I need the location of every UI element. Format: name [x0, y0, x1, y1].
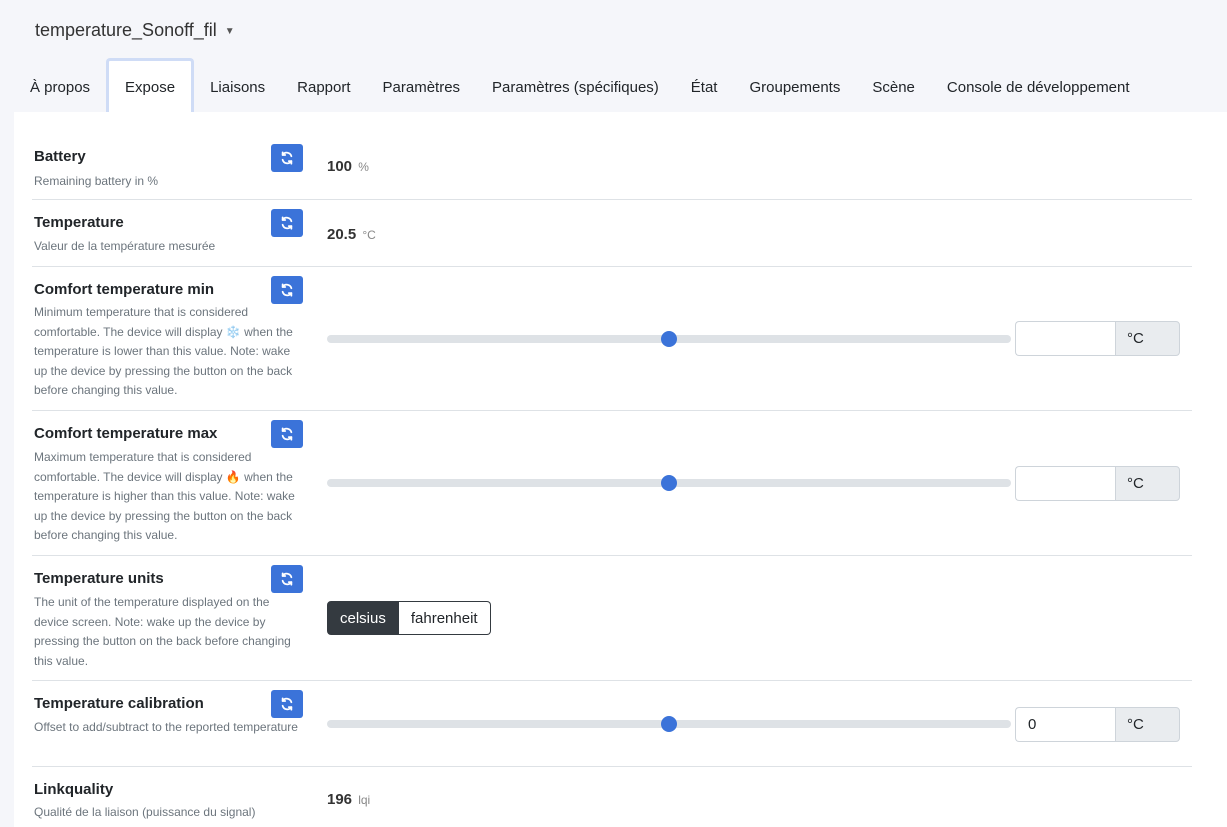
row-title: Linkquality — [34, 781, 114, 798]
row-description: Remaining battery in % — [34, 174, 159, 188]
tab-groupements[interactable]: Groupements — [733, 60, 856, 114]
comfort-max-input-group: °C — [1015, 466, 1180, 501]
row-title: Comfort temperature min — [34, 281, 215, 298]
tab-scene[interactable]: Scène — [856, 60, 931, 114]
unit-addon: °C — [1115, 707, 1180, 742]
row-description: Minimum temperature that is considered c… — [34, 305, 293, 398]
row-description: Maximum temperature that is considered c… — [34, 450, 295, 543]
tab-bar: À propos Expose Liaisons Rapport Paramèt… — [14, 58, 1146, 114]
refresh-button[interactable] — [271, 209, 303, 237]
slider-thumb[interactable] — [661, 331, 677, 347]
value-unit: % — [358, 160, 369, 174]
expose-row-linkquality: Linkquality Qualité de la liaison (puiss… — [32, 767, 1192, 827]
refresh-button[interactable] — [271, 420, 303, 448]
tab-console-developpement[interactable]: Console de développement — [931, 60, 1146, 114]
expose-row-temperature: Temperature Valeur de la température mes… — [32, 200, 1192, 267]
temperature-value: 20.5 °C — [327, 226, 376, 243]
row-title: Temperature calibration — [34, 695, 204, 712]
comfort-min-input-group: °C — [1015, 321, 1180, 356]
refresh-button[interactable] — [271, 276, 303, 304]
expose-row-battery: Battery Remaining battery in % 100 % — [32, 130, 1192, 200]
expose-row-temperature-calibration: Temperature calibration Offset to add/su… — [32, 681, 1192, 767]
tab-parametres-specifiques[interactable]: Paramètres (spécifiques) — [476, 60, 675, 114]
unit-addon: °C — [1115, 466, 1180, 501]
refresh-icon — [281, 572, 293, 586]
refresh-icon — [281, 151, 293, 165]
device-title: temperature_Sonoff_fil — [35, 20, 217, 40]
calibration-slider[interactable] — [327, 716, 1011, 732]
value-number: 20.5 — [327, 226, 357, 243]
value-unit: °C — [362, 228, 376, 242]
chevron-down-icon: ▼ — [224, 26, 235, 37]
linkquality-value: 196 lqi — [327, 791, 370, 808]
row-description: Qualité de la liaison (puissance du sign… — [34, 805, 256, 819]
temperature-units-toggle: celsius fahrenheit — [327, 601, 491, 635]
row-title: Temperature — [34, 214, 124, 231]
calibration-input-group: °C — [1015, 707, 1180, 742]
value-number: 196 — [327, 791, 353, 808]
tab-expose[interactable]: Expose — [106, 58, 195, 114]
expose-row-comfort-max: Comfort temperature max Maximum temperat… — [32, 411, 1192, 556]
row-title: Temperature units — [34, 570, 164, 587]
device-title-dropdown[interactable]: temperature_Sonoff_fil ▼ — [35, 20, 235, 41]
refresh-icon — [281, 697, 293, 711]
tab-rapport[interactable]: Rapport — [281, 60, 366, 114]
row-description: Valeur de la température mesurée — [34, 239, 216, 253]
row-title: Comfort temperature max — [34, 425, 218, 442]
refresh-icon — [281, 283, 293, 297]
slider-thumb[interactable] — [661, 475, 677, 491]
expose-panel: Battery Remaining battery in % 100 % Tem… — [14, 112, 1227, 827]
refresh-icon — [281, 216, 293, 230]
comfort-max-input[interactable] — [1015, 466, 1115, 501]
tab-a-propos[interactable]: À propos — [14, 60, 106, 114]
refresh-icon — [281, 427, 293, 441]
value-unit: lqi — [358, 793, 371, 807]
expose-row-comfort-min: Comfort temperature min Minimum temperat… — [32, 267, 1192, 411]
row-description: The unit of the temperature displayed on… — [34, 595, 291, 668]
calibration-input[interactable] — [1015, 707, 1115, 742]
row-title: Battery — [34, 148, 86, 165]
tab-etat[interactable]: État — [675, 60, 734, 114]
refresh-button[interactable] — [271, 690, 303, 718]
comfort-min-slider[interactable] — [327, 331, 1011, 347]
row-description: Offset to add/subtract to the reported t… — [34, 720, 298, 734]
option-celsius[interactable]: celsius — [327, 601, 399, 635]
tab-liaisons[interactable]: Liaisons — [194, 60, 281, 114]
unit-addon: °C — [1115, 321, 1180, 356]
refresh-button[interactable] — [271, 565, 303, 593]
slider-thumb[interactable] — [661, 716, 677, 732]
option-fahrenheit[interactable]: fahrenheit — [398, 601, 491, 635]
expose-row-temperature-units: Temperature units The unit of the temper… — [32, 556, 1192, 681]
comfort-min-input[interactable] — [1015, 321, 1115, 356]
value-number: 100 — [327, 158, 353, 175]
comfort-max-slider[interactable] — [327, 475, 1011, 491]
tab-parametres[interactable]: Paramètres — [367, 60, 477, 114]
battery-value: 100 % — [327, 158, 369, 175]
refresh-button[interactable] — [271, 144, 303, 172]
